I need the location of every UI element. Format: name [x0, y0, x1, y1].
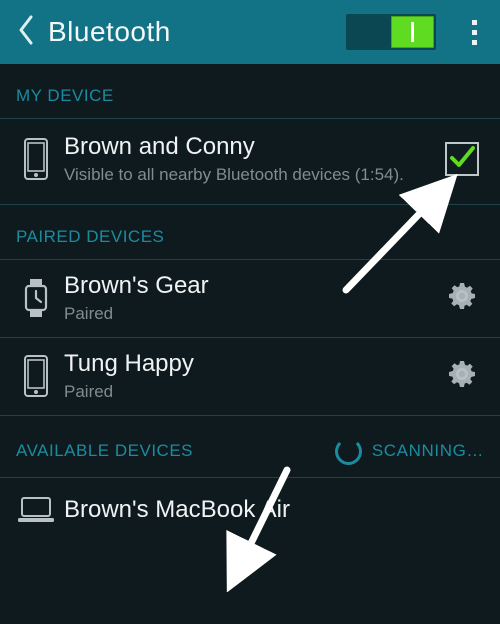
overflow-menu-button[interactable] — [454, 0, 494, 64]
paired-device-name: Tung Happy — [64, 350, 434, 379]
section-available-header: AVAILABLE DEVICES SCANNING… — [0, 416, 500, 478]
toggle-on-indicator — [391, 16, 434, 48]
my-device-subtitle: Visible to all nearby Bluetooth devices … — [64, 164, 404, 186]
paired-device-row[interactable]: Tung Happy Paired — [0, 338, 500, 416]
back-button[interactable] — [6, 0, 46, 64]
paired-device-status: Paired — [64, 381, 404, 403]
watch-icon — [8, 278, 64, 318]
page-title: Bluetooth — [46, 16, 171, 48]
device-settings-button[interactable] — [434, 358, 490, 395]
device-settings-button[interactable] — [434, 280, 490, 317]
check-icon — [449, 144, 475, 175]
available-device-name: Brown's MacBook Air — [64, 496, 490, 525]
paired-device-row[interactable]: Brown's Gear Paired — [0, 260, 500, 338]
phone-icon — [8, 138, 64, 180]
visibility-checkbox[interactable] — [445, 142, 479, 176]
my-device-name: Brown and Conny — [64, 133, 434, 162]
scanning-indicator: SCANNING… — [335, 438, 484, 465]
gear-icon — [446, 358, 478, 395]
chevron-left-icon — [17, 15, 35, 50]
my-device-row[interactable]: Brown and Conny Visible to all nearby Bl… — [0, 119, 500, 205]
available-device-row[interactable]: Brown's MacBook Air — [0, 478, 500, 543]
laptop-icon — [8, 496, 64, 524]
phone-icon — [8, 355, 64, 397]
section-available-label: AVAILABLE DEVICES — [16, 441, 335, 461]
app-header: Bluetooth — [0, 0, 500, 64]
paired-device-name: Brown's Gear — [64, 272, 434, 301]
spinner-icon — [335, 438, 362, 465]
gear-icon — [446, 280, 478, 317]
section-my-device-label: MY DEVICE — [0, 64, 500, 119]
more-icon — [472, 20, 477, 25]
section-paired-label: PAIRED DEVICES — [0, 205, 500, 260]
paired-device-status: Paired — [64, 303, 404, 325]
bluetooth-toggle[interactable] — [346, 14, 436, 50]
scanning-label: SCANNING… — [372, 441, 484, 461]
